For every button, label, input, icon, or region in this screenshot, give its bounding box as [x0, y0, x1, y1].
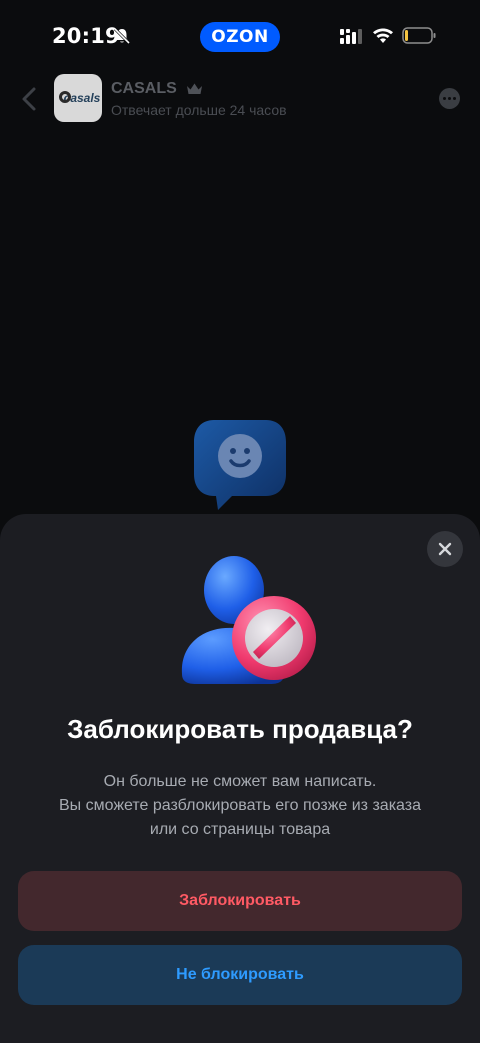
description-line: или со страницы товара	[149, 821, 331, 838]
cellular-signal-icon	[340, 29, 362, 44]
description-line: Вы сможете разблокировать его позже из з…	[59, 797, 421, 814]
crown-icon	[187, 83, 202, 94]
modal-title: Заблокировать продавца?	[67, 714, 413, 744]
more-dot	[443, 97, 446, 100]
seller-avatar[interactable]: casals	[54, 74, 102, 122]
chat-header: casals CASALS Отвечает дольше 24 часов	[0, 72, 480, 128]
seller-status: Отвечает дольше 24 часов	[111, 102, 287, 118]
bell-muted-icon	[113, 27, 131, 45]
modal-description: Он больше не сможет вам написать. Вы смо…	[30, 770, 450, 842]
close-button[interactable]	[427, 531, 463, 567]
back-arrow-icon[interactable]	[18, 86, 42, 112]
status-time: 20:19	[52, 24, 120, 48]
more-dot	[453, 97, 456, 100]
block-user-icon	[181, 556, 316, 684]
status-bar: 20:19 OZON	[0, 0, 480, 72]
seller-name[interactable]: CASALS	[111, 80, 177, 98]
description-line: Он больше не сможет вам написать.	[103, 773, 377, 790]
block-button[interactable]: Заблокировать	[18, 871, 462, 931]
more-options-button[interactable]	[439, 88, 460, 109]
chat-bubble-smile-icon	[194, 420, 286, 510]
seller-logo-mark-icon	[59, 91, 71, 103]
close-icon	[438, 542, 452, 556]
block-seller-sheet: Заблокировать продавца? Он больше не смо…	[0, 514, 480, 1043]
battery-icon	[402, 27, 436, 44]
dont-block-button[interactable]: Не блокировать	[18, 945, 462, 1005]
more-dot	[448, 97, 451, 100]
wifi-icon	[373, 28, 393, 43]
ozon-logo: OZON	[200, 22, 280, 52]
